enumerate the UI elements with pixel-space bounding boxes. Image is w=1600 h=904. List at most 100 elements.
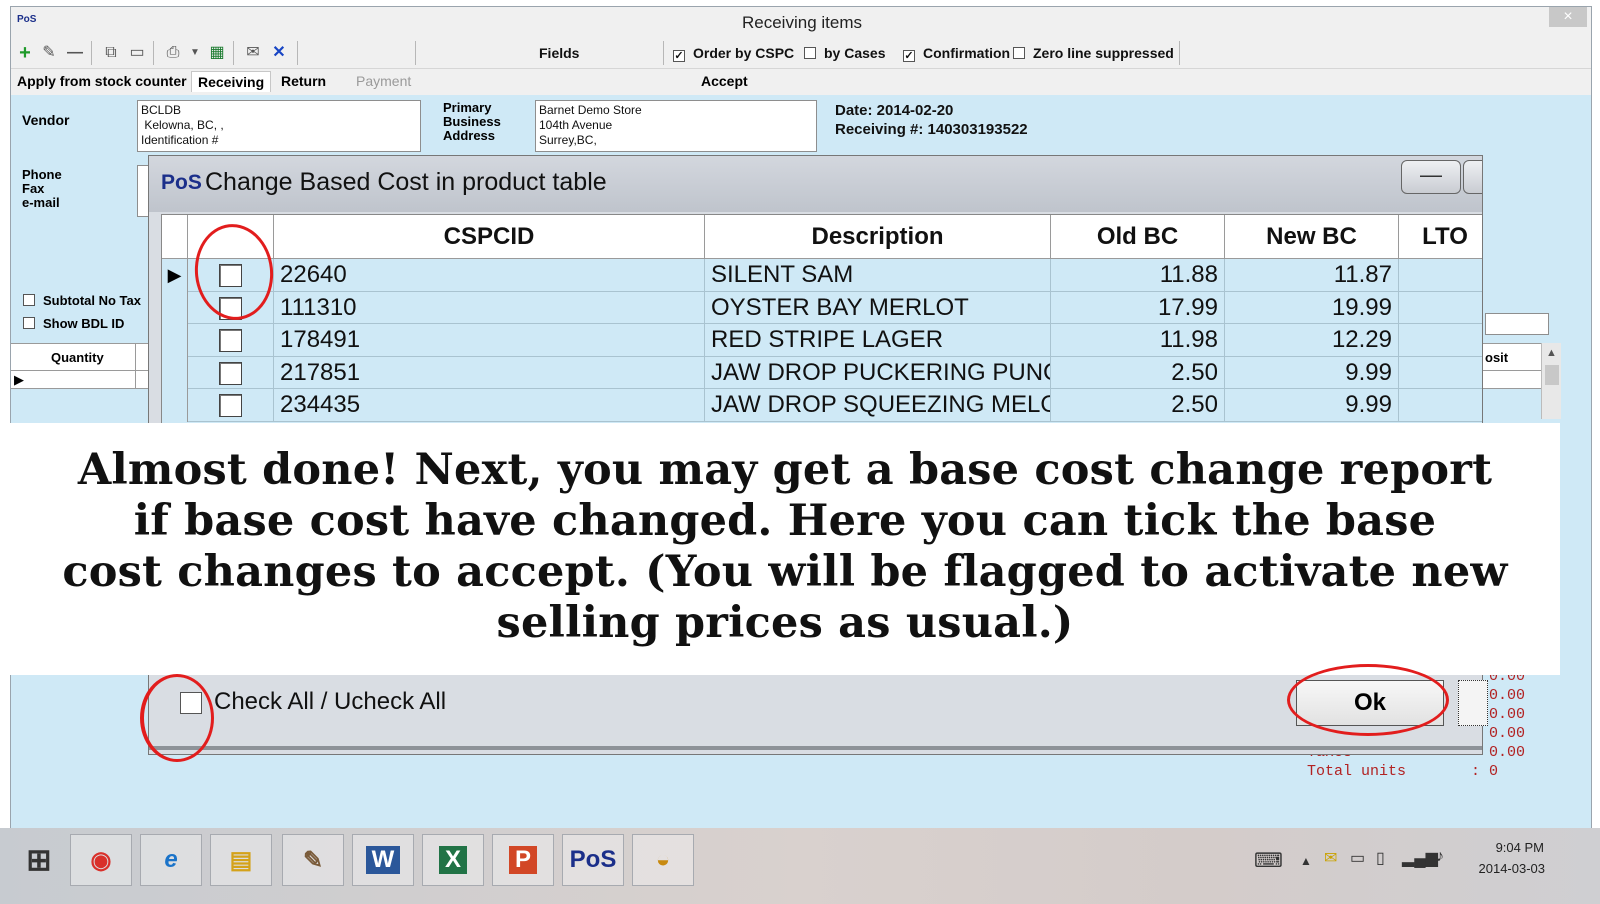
minimize-button[interactable]: —	[1401, 160, 1461, 194]
tab-apply-from-stock-counter[interactable]: Apply from stock counter	[17, 73, 187, 89]
dialog-title: Change Based Cost in product table	[205, 168, 607, 196]
dialog-title-bar: PoS Change Based Cost in product table —	[149, 156, 1482, 212]
cspcid-cell: 217851	[274, 356, 705, 389]
table-row[interactable]: 217851 JAW DROP PUCKERING PUNCH 2.50 9.9…	[162, 356, 1482, 389]
file-explorer-icon[interactable]: ▤	[210, 834, 272, 886]
dialog-bottom-edge	[149, 746, 1482, 750]
show-hidden-icons-icon[interactable]: ▲	[1300, 854, 1312, 868]
maximize-button[interactable]	[1463, 160, 1482, 194]
clock-time[interactable]: 9:04 PM	[1496, 840, 1544, 855]
vertical-scrollbar[interactable]: ▲	[1541, 343, 1561, 419]
scroll-up-icon[interactable]: ▲	[1546, 347, 1557, 359]
tab-payment: Payment	[356, 73, 412, 89]
quantity-header[interactable]: Quantity	[51, 351, 104, 365]
add-icon[interactable]: +	[15, 43, 35, 63]
cspcid-header[interactable]: CSPCID	[274, 215, 705, 259]
email-label: e-mail	[22, 195, 60, 210]
window-title: Receiving items	[742, 13, 862, 32]
subtotal-no-tax-checkbox[interactable]	[23, 294, 35, 306]
accept-label[interactable]: Accept	[701, 73, 748, 89]
clock-date[interactable]: 2014-03-03	[1479, 861, 1546, 876]
total-value-2: 0.00	[1489, 687, 1526, 704]
subtotal-no-tax-option[interactable]: Subtotal No Tax	[23, 294, 141, 308]
email-icon[interactable]: ✉	[243, 43, 263, 63]
by-cases-option[interactable]: by Cases	[804, 45, 885, 61]
show-bdl-id-option[interactable]: Show BDL ID	[23, 317, 124, 331]
remove-icon[interactable]: —	[65, 43, 85, 63]
pos-taskbar-icon[interactable]: PoS	[562, 834, 624, 886]
fields-label[interactable]: Fields	[539, 45, 579, 61]
chrome-icon[interactable]: ◉	[70, 834, 132, 886]
order-by-cspc-option[interactable]: ✓ Order by CSPC	[673, 45, 794, 62]
scroll-thumb[interactable]	[1545, 365, 1559, 385]
tab-return[interactable]: Return	[281, 73, 326, 89]
display-icon[interactable]: ▭	[1350, 848, 1365, 868]
tutorial-caption: Almost done! Next, you may get a base co…	[10, 423, 1560, 675]
right-input-field[interactable]	[1485, 313, 1549, 335]
volume-icon[interactable]: ♪	[1436, 848, 1444, 866]
show-bdl-id-checkbox[interactable]	[23, 317, 35, 329]
keyboard-icon[interactable]: ⌨	[1254, 848, 1283, 873]
secondary-button[interactable]	[1458, 680, 1488, 726]
pos-logo-icon: PoS	[161, 171, 202, 194]
windows-start-icon[interactable]: ⊞	[8, 834, 70, 886]
cspcid-cell: 22640	[274, 259, 705, 292]
mail-tray-icon[interactable]: ✉	[1324, 848, 1337, 868]
deposit-header[interactable]: osit	[1485, 351, 1508, 365]
internet-explorer-icon[interactable]: e	[140, 834, 202, 886]
lto-cell	[1399, 324, 1482, 357]
cancel-x-icon[interactable]: ✕	[269, 43, 289, 63]
total-value-4: 0.00	[1489, 725, 1526, 742]
tab-receiving[interactable]: Receiving	[191, 71, 272, 92]
row-checkbox[interactable]	[219, 329, 242, 352]
cspcid-cell: 111310	[274, 291, 705, 324]
row-checkbox[interactable]	[219, 394, 242, 417]
caption-line-3: cost changes to accept. (You will be fla…	[62, 547, 1508, 597]
check-all-label[interactable]: Check All / Ucheck All	[214, 688, 446, 716]
confirmation-option[interactable]: ✓ Confirmation	[903, 45, 1010, 62]
old-bc-cell: 11.88	[1051, 259, 1225, 292]
vendor-label: Vendor	[22, 112, 70, 128]
zero-line-checkbox[interactable]	[1013, 47, 1025, 59]
powerpoint-icon[interactable]: P	[492, 834, 554, 886]
total-value-5: 0.00	[1489, 744, 1526, 761]
other-app-icon[interactable]: ◒	[632, 834, 694, 886]
order-by-cspc-checkbox[interactable]: ✓	[673, 50, 685, 62]
tabs-bar: Apply from stock counter Receiving Retur…	[11, 69, 1591, 95]
old-bc-cell: 2.50	[1051, 389, 1225, 422]
excel-export-icon[interactable]: ▦	[207, 43, 227, 63]
table-row[interactable]: ▶ 22640 SILENT SAM 11.88 11.87	[162, 259, 1482, 292]
paint-icon[interactable]: ✎	[282, 834, 344, 886]
table-row[interactable]: 234435 JAW DROP SQUEEZING MELONS 2.50 9.…	[162, 389, 1482, 422]
business-address-label: Primary Business Address	[443, 100, 501, 143]
table-row[interactable]: 111310 OYSTER BAY MERLOT 17.99 19.99	[162, 291, 1482, 324]
description-header[interactable]: Description	[705, 215, 1051, 259]
device-icon[interactable]: ▯	[1376, 848, 1385, 868]
edit-icon[interactable]: ✎	[39, 43, 59, 63]
dropdown-arrow-icon[interactable]: ▼	[185, 43, 205, 63]
vendor-address-box[interactable]: BCLDB Kelowna, BC, , Identification #	[137, 100, 421, 152]
row-pointer-icon: ▶	[162, 259, 188, 292]
description-cell: JAW DROP PUCKERING PUNCH	[705, 356, 1051, 389]
word-icon[interactable]: W	[352, 834, 414, 886]
network-icon[interactable]: ▂▄▆	[1402, 848, 1438, 868]
by-cases-checkbox[interactable]	[804, 47, 816, 59]
zero-line-option[interactable]: Zero line suppressed	[1013, 45, 1174, 61]
fax-label: Fax	[22, 181, 45, 196]
window-icon[interactable]: ▭	[127, 43, 147, 63]
excel-icon[interactable]: X	[422, 834, 484, 886]
print-icon[interactable]: ⎙	[163, 43, 183, 63]
old-bc-header[interactable]: Old BC	[1051, 215, 1225, 259]
preview-icon[interactable]: ⧉	[101, 43, 121, 63]
phone-label: Phone	[22, 167, 62, 182]
row-checkbox[interactable]	[219, 361, 242, 385]
close-button[interactable]: ×	[1549, 7, 1587, 27]
confirmation-checkbox[interactable]: ✓	[903, 50, 915, 62]
table-row[interactable]: 178491 RED STRIPE LAGER 11.98 12.29	[162, 324, 1482, 357]
lto-header[interactable]: LTO	[1399, 215, 1482, 259]
new-bc-header[interactable]: New BC	[1225, 215, 1399, 259]
description-cell: RED STRIPE LAGER	[705, 324, 1051, 357]
receiving-date: Date: 2014-02-20	[835, 102, 954, 119]
business-address-box[interactable]: Barnet Demo Store 104th Avenue Surrey,BC…	[535, 100, 817, 152]
description-cell: JAW DROP SQUEEZING MELONS	[705, 389, 1051, 422]
